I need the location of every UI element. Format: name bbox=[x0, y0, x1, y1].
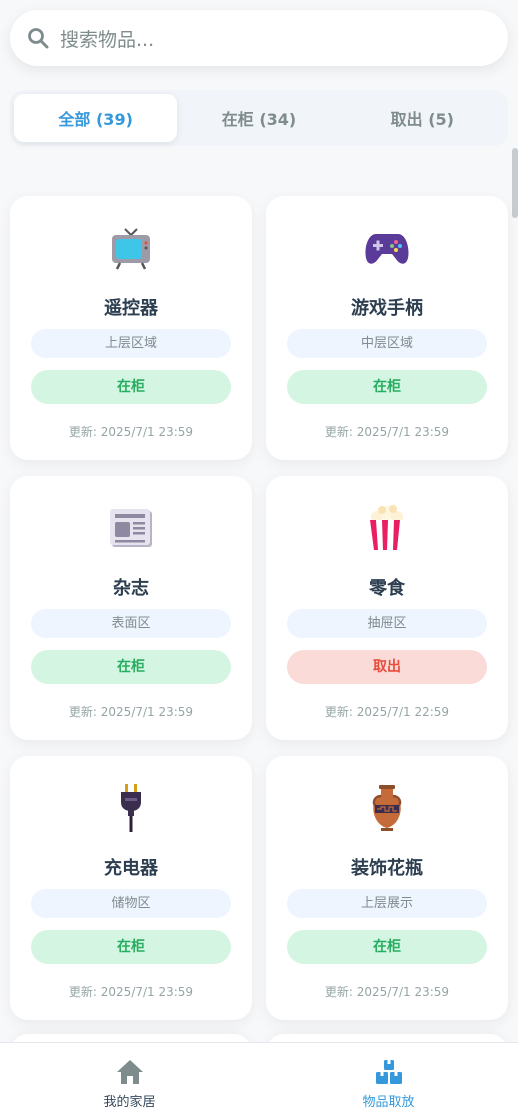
item-name: 游戏手柄 bbox=[351, 298, 423, 319]
item-card[interactable]: 零食 抽屉区 取出 更新: 2025/7/1 22:59 bbox=[266, 476, 508, 740]
newspaper-icon bbox=[10, 504, 252, 552]
status-badge[interactable]: 取出 bbox=[287, 650, 487, 684]
item-updated: 更新: 2025/7/1 23:59 bbox=[324, 425, 450, 439]
tab-taken-out[interactable]: 取出 (5) bbox=[341, 94, 504, 142]
item-location: 上层区域 bbox=[31, 329, 231, 358]
status-badge[interactable]: 在柜 bbox=[31, 930, 231, 964]
scrollbar[interactable] bbox=[512, 148, 518, 218]
item-location: 中层区域 bbox=[287, 329, 487, 358]
item-location: 抽屉区 bbox=[287, 609, 487, 638]
nav-item-access[interactable]: 物品取放 bbox=[259, 1043, 518, 1120]
item-updated: 更新: 2025/7/1 23:59 bbox=[68, 985, 194, 999]
item-card[interactable]: 杂志 表面区 在柜 更新: 2025/7/1 23:59 bbox=[10, 476, 252, 740]
filter-tabs: 全部 (39) 在柜 (34) 取出 (5) bbox=[10, 90, 508, 146]
search-input[interactable]: 搜索物品... bbox=[60, 25, 154, 52]
gamepad-icon bbox=[266, 224, 508, 272]
item-location: 表面区 bbox=[31, 609, 231, 638]
status-badge[interactable]: 在柜 bbox=[31, 650, 231, 684]
home-icon bbox=[115, 1057, 145, 1087]
boxes-icon bbox=[374, 1057, 404, 1087]
search-icon bbox=[26, 26, 50, 50]
item-updated: 更新: 2025/7/1 22:59 bbox=[324, 705, 450, 719]
item-location: 上层展示 bbox=[287, 889, 487, 918]
status-badge[interactable]: 在柜 bbox=[287, 930, 487, 964]
item-location: 储物区 bbox=[31, 889, 231, 918]
item-name: 遥控器 bbox=[104, 298, 158, 319]
item-updated: 更新: 2025/7/1 23:59 bbox=[324, 985, 450, 999]
item-card[interactable]: 游戏手柄 中层区域 在柜 更新: 2025/7/1 23:59 bbox=[266, 196, 508, 460]
item-updated: 更新: 2025/7/1 23:59 bbox=[68, 425, 194, 439]
nav-my-home[interactable]: 我的家居 bbox=[0, 1043, 259, 1120]
vase-icon bbox=[266, 784, 508, 832]
item-name: 杂志 bbox=[113, 578, 149, 599]
nav-label: 我的家居 bbox=[103, 1095, 156, 1110]
status-badge[interactable]: 在柜 bbox=[31, 370, 231, 404]
item-name: 零食 bbox=[369, 578, 405, 599]
item-updated: 更新: 2025/7/1 23:59 bbox=[68, 705, 194, 719]
tv-icon bbox=[10, 224, 252, 272]
item-card[interactable]: 遥控器 上层区域 在柜 更新: 2025/7/1 23:59 bbox=[10, 196, 252, 460]
tab-in-cabinet[interactable]: 在柜 (34) bbox=[177, 94, 340, 142]
popcorn-icon bbox=[266, 504, 508, 552]
search-bar[interactable]: 搜索物品... bbox=[10, 10, 508, 66]
item-name: 装饰花瓶 bbox=[351, 858, 423, 879]
item-card[interactable]: 装饰花瓶 上层展示 在柜 更新: 2025/7/1 23:59 bbox=[266, 756, 508, 1020]
tab-all[interactable]: 全部 (39) bbox=[14, 94, 178, 142]
nav-label: 物品取放 bbox=[362, 1095, 415, 1110]
item-name: 充电器 bbox=[104, 858, 158, 879]
item-card[interactable]: 充电器 储物区 在柜 更新: 2025/7/1 23:59 bbox=[10, 756, 252, 1020]
bottom-nav: 我的家居 物品取放 bbox=[0, 1042, 518, 1120]
status-badge[interactable]: 在柜 bbox=[287, 370, 487, 404]
plug-icon bbox=[10, 784, 252, 832]
